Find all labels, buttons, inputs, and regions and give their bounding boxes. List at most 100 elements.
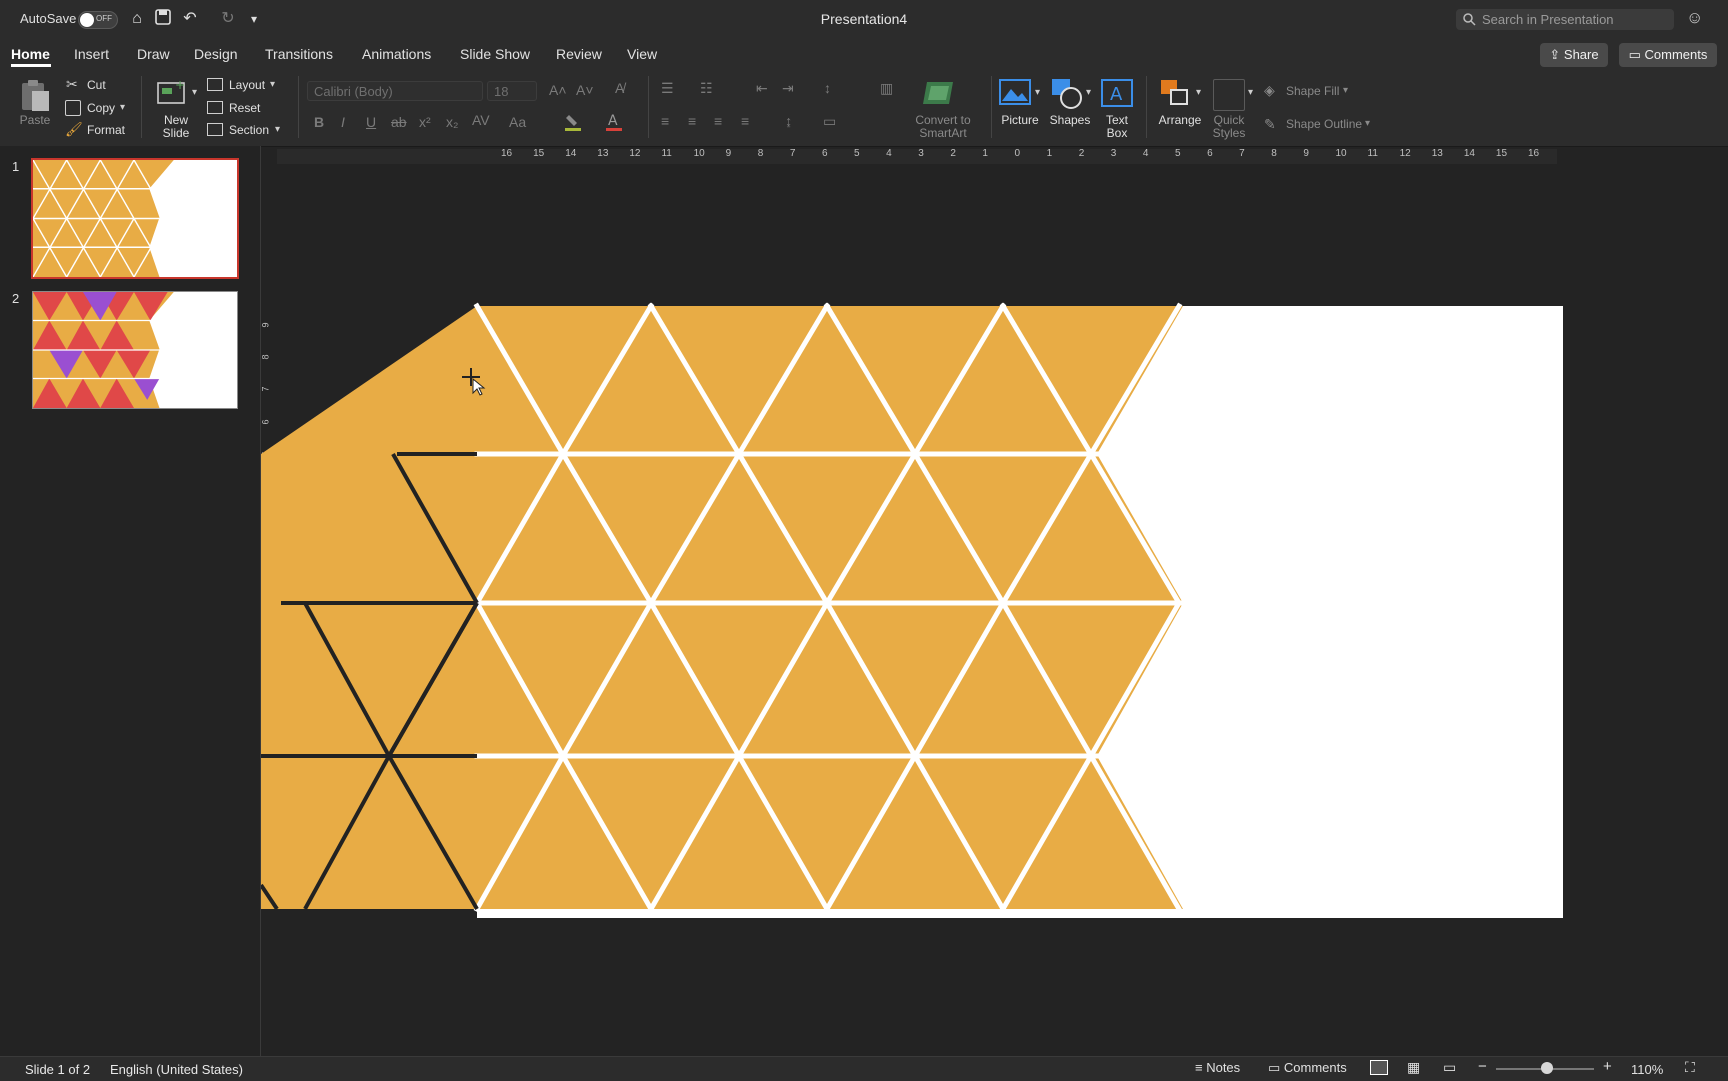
numbering-icon[interactable]: ☷	[700, 80, 713, 97]
character-spacing-icon[interactable]: AV	[472, 112, 490, 128]
new-slide-icon[interactable]: +	[157, 78, 187, 113]
shape-fill-button[interactable]: Shape Fill	[1286, 85, 1339, 98]
line-spacing-icon[interactable]: ↕	[824, 80, 831, 96]
feedback-smiley-icon[interactable]: ☺	[1686, 8, 1703, 28]
justify-icon[interactable]: ≡	[741, 113, 749, 129]
picture-icon[interactable]	[999, 79, 1031, 110]
ruler-tick-label: 14	[1463, 148, 1475, 159]
chevron-down-icon[interactable]: ▾	[1035, 87, 1040, 98]
text-direction-icon[interactable]: ↨	[785, 113, 792, 129]
share-button[interactable]: ⇪ Share	[1540, 43, 1608, 67]
cut-button[interactable]: Cut	[87, 79, 106, 92]
bold-icon[interactable]: B	[314, 114, 324, 130]
chevron-down-icon[interactable]: ▾	[1086, 87, 1091, 98]
search-box[interactable]: Search in Presentation	[1456, 9, 1674, 30]
chevron-down-icon[interactable]: ▾	[1343, 85, 1348, 96]
font-color-icon[interactable]: A	[605, 112, 625, 137]
smartart-icon[interactable]	[921, 80, 955, 111]
font-size-dropdown[interactable]: 18	[487, 81, 537, 101]
section-button[interactable]: Section	[229, 124, 269, 137]
ruler-tick-label: 2	[950, 148, 956, 159]
subscript-icon[interactable]: x₂	[446, 114, 458, 130]
tab-animations[interactable]: Animations	[362, 46, 431, 62]
share-label: Share	[1563, 47, 1599, 62]
align-left-icon[interactable]: ≡	[661, 113, 669, 129]
underline-icon[interactable]: U	[366, 114, 376, 130]
chevron-down-icon[interactable]: ▾	[1248, 87, 1253, 98]
language-indicator[interactable]: English (United States)	[110, 1062, 243, 1077]
superscript-icon[interactable]: x²	[419, 114, 431, 130]
reset-button[interactable]: Reset	[229, 102, 260, 115]
ruler-tick-label: 8	[1271, 148, 1277, 159]
ruler-tick-label: 4	[1142, 148, 1149, 159]
chevron-down-icon[interactable]: ▾	[1196, 87, 1201, 98]
tab-transitions[interactable]: Transitions	[265, 46, 333, 62]
paste-label: Paste	[19, 113, 51, 127]
bullets-icon[interactable]: ☰	[661, 80, 674, 97]
tab-design[interactable]: Design	[194, 46, 238, 62]
section-icon	[207, 123, 223, 136]
increase-font-size-icon[interactable]: A˄	[549, 82, 567, 98]
align-center-icon[interactable]: ≡	[688, 113, 696, 129]
increase-indent-icon[interactable]: ⇥	[782, 80, 794, 97]
format-painter-button[interactable]: Format	[87, 124, 125, 137]
zoom-slider-thumb[interactable]	[1541, 1062, 1553, 1074]
change-case-icon[interactable]: Aa	[509, 114, 526, 130]
fit-to-window-icon[interactable]: ⛶	[1685, 1059, 1695, 1076]
align-right-icon[interactable]: ≡	[714, 113, 722, 129]
zoom-level[interactable]: 110%	[1631, 1062, 1663, 1077]
quick-styles-icon[interactable]	[1213, 79, 1245, 111]
svg-text:+: +	[175, 78, 185, 92]
align-text-icon[interactable]: ▭	[823, 113, 836, 130]
slide-indicator: Slide 1 of 2	[25, 1062, 91, 1077]
chevron-down-icon[interactable]: ▾	[1365, 118, 1370, 129]
tab-review[interactable]: Review	[556, 46, 602, 62]
tab-view[interactable]: View	[627, 46, 657, 62]
slide-thumbnail-1[interactable]	[31, 158, 239, 279]
font-name-dropdown[interactable]: Calibri (Body)	[307, 81, 483, 101]
paste-icon[interactable]	[17, 78, 51, 117]
arrange-icon[interactable]	[1160, 79, 1190, 112]
copy-button[interactable]: Copy	[87, 102, 115, 115]
reading-view-icon[interactable]: ▭	[1443, 1059, 1456, 1076]
zoom-in-icon[interactable]: +	[1603, 1058, 1612, 1075]
chevron-down-icon[interactable]: ▾	[192, 87, 197, 98]
chevron-down-icon[interactable]: ▾	[120, 102, 125, 113]
zoom-out-icon[interactable]: −	[1478, 1058, 1487, 1075]
normal-view-icon[interactable]	[1370, 1060, 1388, 1075]
comments-label: Comments	[1644, 47, 1708, 62]
quick-styles-label: Quick Styles	[1212, 113, 1246, 140]
tab-home[interactable]: Home	[11, 46, 50, 62]
columns-icon[interactable]: ▥	[880, 80, 893, 97]
chevron-down-icon[interactable]: ▾	[270, 79, 275, 90]
decrease-font-size-icon[interactable]: A˅	[576, 82, 594, 98]
italic-icon[interactable]: I	[341, 114, 345, 130]
strikethrough-icon[interactable]: ab	[391, 114, 407, 130]
notes-icon: ≡	[1195, 1060, 1207, 1075]
share-icon: ⇪	[1549, 47, 1564, 62]
picture-label: Picture	[1001, 113, 1039, 127]
decrease-indent-icon[interactable]: ⇤	[756, 80, 768, 97]
tab-slide-show[interactable]: Slide Show	[460, 46, 530, 62]
comments-button[interactable]: ▭ Comments	[1619, 43, 1717, 67]
tab-draw[interactable]: Draw	[137, 46, 170, 62]
tab-insert[interactable]: Insert	[74, 46, 109, 62]
notes-button[interactable]: ≡ Notes	[1195, 1060, 1240, 1075]
ruler-tick-label: 4	[886, 148, 892, 159]
layout-button[interactable]: Layout	[229, 79, 265, 92]
ruler-tick-label: 3	[918, 148, 924, 159]
shapes-icon[interactable]	[1050, 77, 1084, 114]
slide-sorter-icon[interactable]: ▦	[1407, 1059, 1420, 1076]
ruler-tick-label: 15	[533, 148, 545, 159]
highlight-color-icon[interactable]	[564, 112, 584, 137]
slide-thumbnail-2[interactable]	[32, 291, 238, 409]
shape-outline-button[interactable]: Shape Outline	[1286, 118, 1362, 131]
status-comments-button[interactable]: ▭ Comments	[1268, 1060, 1347, 1076]
text-box-icon[interactable]: A	[1101, 79, 1133, 112]
divider	[298, 76, 299, 138]
slide-editing-area[interactable]	[259, 297, 1571, 927]
chevron-down-icon[interactable]: ▾	[275, 124, 280, 135]
clear-formatting-icon[interactable]: A̸	[615, 80, 624, 96]
slide-number: 2	[12, 291, 20, 306]
ruler-tick-label: 3	[1110, 148, 1117, 159]
